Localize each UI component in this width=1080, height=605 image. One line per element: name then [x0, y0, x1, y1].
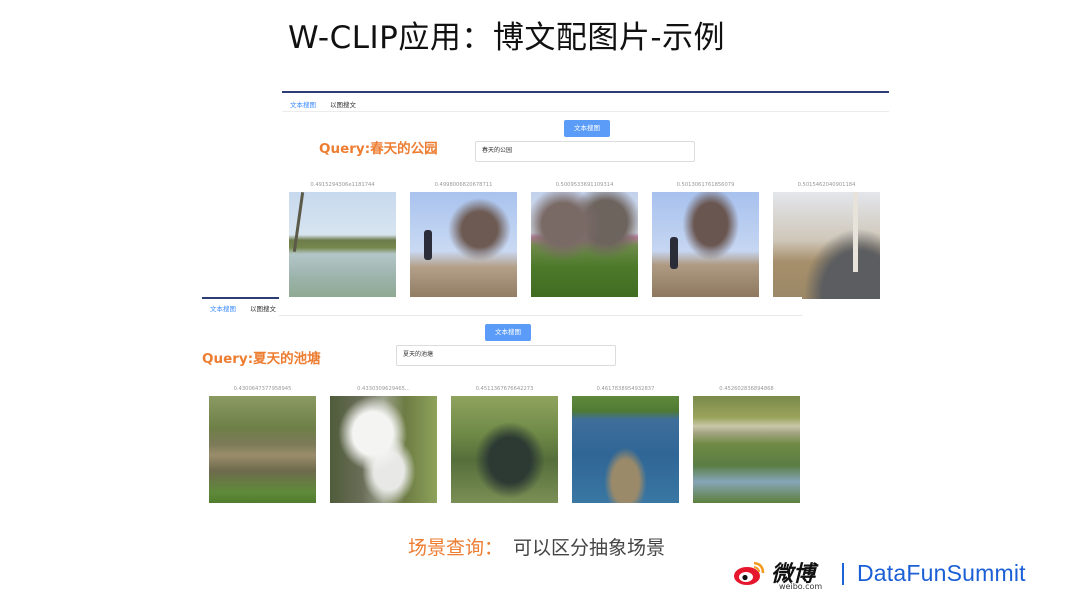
text-search-button[interactable]: 文本搜图 — [564, 120, 610, 137]
result-grid: 0.4300647377958945 0.4330309629465... 0.… — [209, 383, 800, 503]
result-item[interactable]: 0.5015462040901184 — [773, 179, 880, 299]
tab-text-to-image[interactable]: 文本搜图 — [290, 99, 316, 109]
query-label: Query:春天的公园 — [319, 141, 438, 157]
tab-text-to-image[interactable]: 文本搜图 — [210, 303, 236, 313]
logo-divider — [842, 563, 844, 585]
bridge-icon[interactable] — [693, 396, 800, 503]
marsh-icon[interactable] — [209, 396, 316, 503]
tab-bar: 文本搜图 以图搜文 — [210, 303, 276, 313]
tab-bar: 文本搜图 以图搜文 — [290, 99, 356, 109]
query-input[interactable]: 春天的公园 — [475, 141, 695, 162]
result-item[interactable]: 0.4998006820678711 — [410, 179, 517, 299]
result-item[interactable]: 0.4330309629465... — [330, 383, 437, 503]
result-item[interactable]: 0.4300647377958945 — [209, 383, 316, 503]
waterfall-icon[interactable] — [330, 396, 437, 503]
weibo-logo: 微博 weibo.com — [733, 556, 833, 592]
query-input[interactable]: 夏天的池塘 — [396, 345, 616, 366]
weibo-eye-icon — [734, 561, 765, 585]
man-tree-icon[interactable] — [652, 192, 759, 299]
caption-value: 可以区分抽象场景 — [513, 537, 666, 559]
similarity-score: 0.4998006820678711 — [434, 182, 493, 188]
similarity-score: 0.4511367676642273 — [475, 386, 534, 392]
caption-key: 场景查询： — [408, 537, 504, 559]
slide-title: W-CLIP应用：博文配图片-示例 — [288, 20, 726, 56]
result-item[interactable]: 0.4915294306e1181744 — [289, 179, 396, 299]
pond-lake-icon[interactable] — [289, 192, 396, 299]
park-path-icon[interactable] — [773, 192, 880, 299]
similarity-score: 0.4300647377958945 — [233, 386, 292, 392]
result-item[interactable]: 0.5009533691109314 — [531, 179, 638, 299]
similarity-score: 0.4330309629465... — [357, 386, 410, 392]
datafun-summit-logo: DataFunSummit — [857, 560, 1026, 586]
park-lawn-icon[interactable] — [531, 192, 638, 299]
tab-image-to-text[interactable]: 以图搜文 — [330, 99, 356, 109]
tab-image-to-text[interactable]: 以图搜文 — [250, 303, 276, 313]
result-item[interactable]: 0.4617838954932837 — [572, 383, 679, 503]
result-item[interactable]: 0.4511367676642273 — [451, 383, 558, 503]
search-panel-spring: 文本搜图 以图搜文 文本搜图 Query:春天的公园 春天的公园 0.49152… — [282, 91, 889, 305]
slide-caption: 场景查询： 可以区分抽象场景 — [408, 533, 665, 560]
tab-divider — [279, 315, 802, 316]
man-tree-icon[interactable] — [410, 192, 517, 299]
similarity-score: 0.5015462040901184 — [797, 182, 856, 188]
result-grid: 0.4915294306e1181744 0.4998006820678711 … — [289, 179, 880, 299]
result-item[interactable]: 0.5013061761856079 — [652, 179, 759, 299]
active-tab-indicator — [202, 297, 279, 299]
blue-water-icon[interactable] — [572, 396, 679, 503]
text-search-button[interactable]: 文本搜图 — [485, 324, 531, 341]
result-item[interactable]: 0.452602836894868 — [693, 383, 800, 503]
similarity-score: 0.4617838954932837 — [596, 386, 655, 392]
weibo-domain: weibo.com — [779, 582, 823, 591]
stream-icon[interactable] — [451, 396, 558, 503]
similarity-score: 0.5009533691109314 — [555, 182, 614, 188]
search-panel-summer: 文本搜图 以图搜文 文本搜图 Query:夏天的池塘 夏天的池塘 0.43006… — [202, 297, 802, 512]
similarity-score: 0.452602836894868 — [719, 386, 774, 392]
tab-divider — [282, 111, 889, 112]
similarity-score: 0.4915294306e1181744 — [310, 182, 375, 188]
query-label: Query:夏天的池塘 — [202, 351, 321, 367]
similarity-score: 0.5013061761856079 — [676, 182, 735, 188]
